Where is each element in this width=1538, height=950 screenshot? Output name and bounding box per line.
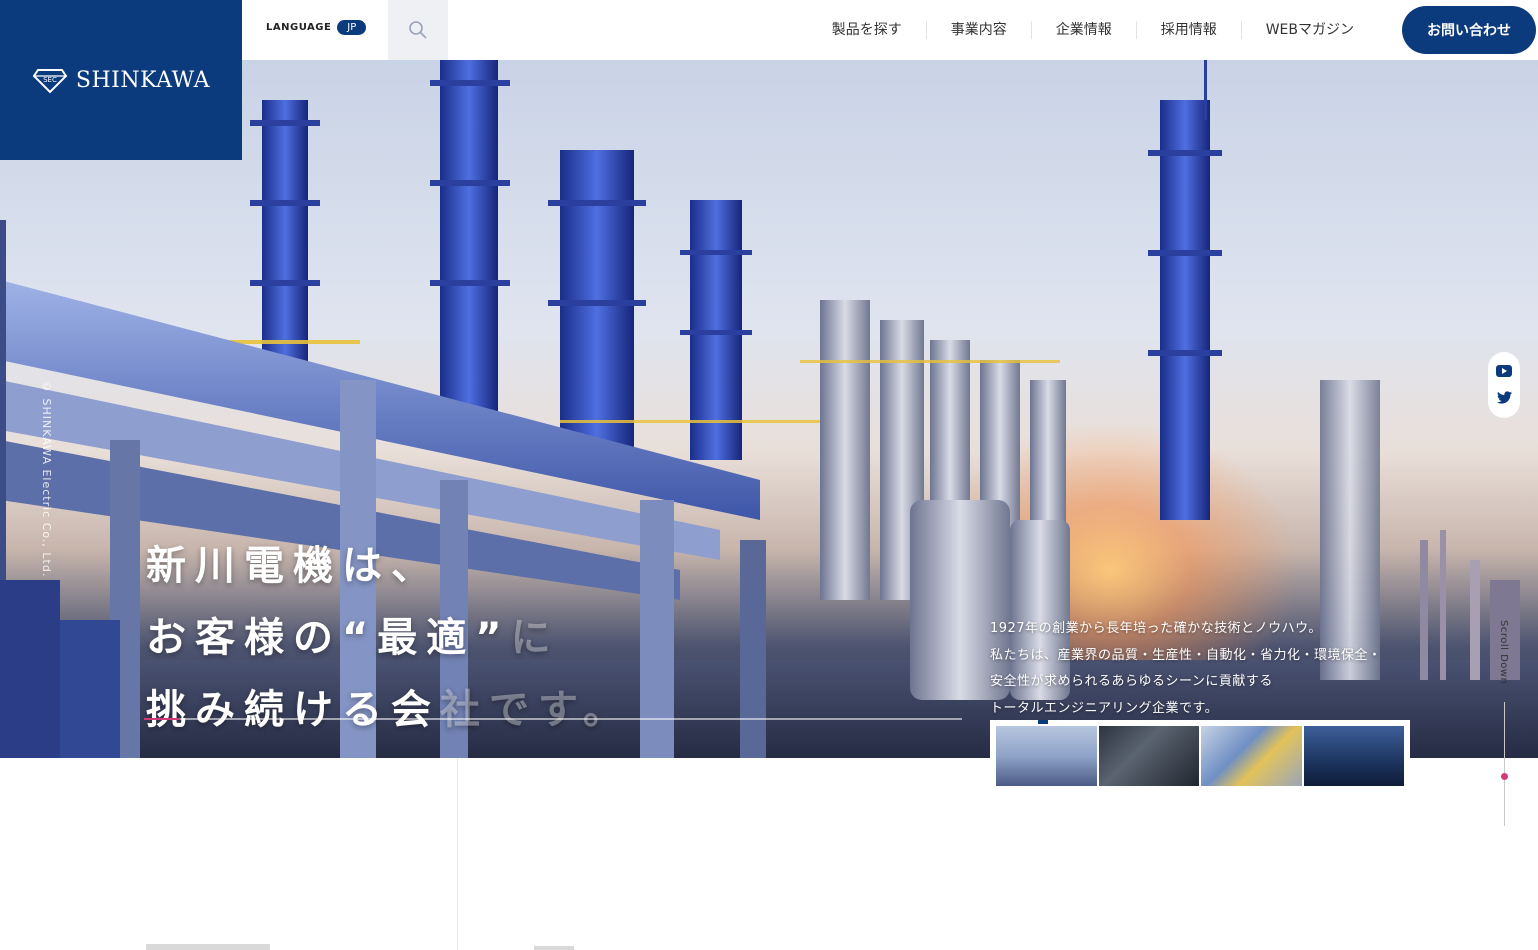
site-logo[interactable]: SEC SHINKAWA bbox=[0, 0, 242, 160]
section-heading-stub bbox=[534, 946, 574, 950]
section-heading-stub bbox=[146, 944, 270, 950]
main-nav: 製品を探す 事業内容 企業情報 採用情報 WEBマガジン bbox=[808, 0, 1378, 60]
hero-headline: 新川電機は、 お客様の“最適”に 挑み続ける会社です。 bbox=[146, 530, 632, 746]
language-switcher[interactable]: LANGUAGE JP bbox=[266, 20, 367, 35]
slide-progress-fill bbox=[144, 718, 180, 720]
logo-text: SHINKAWA bbox=[75, 67, 211, 93]
description-line: 1927年の創業から長年培った確かな技術とノウハウ。 bbox=[990, 621, 1322, 636]
description-line: 私たちは、産業界の品質・生産性・自動化・省力化・環境保全・ bbox=[990, 647, 1382, 663]
section-divider bbox=[457, 758, 458, 950]
copyright-vertical: © SHINKAWA Electric Co., Ltd. bbox=[40, 380, 53, 578]
headline-line-3-fade: 社です。 bbox=[440, 687, 632, 733]
slide-thumb-4[interactable] bbox=[1303, 726, 1404, 786]
headline-line-2-fade: に bbox=[510, 615, 560, 661]
nav-business[interactable]: 事業内容 bbox=[925, 21, 1031, 39]
youtube-icon bbox=[1496, 365, 1512, 377]
youtube-link[interactable] bbox=[1496, 362, 1512, 381]
twitter-link[interactable] bbox=[1496, 389, 1512, 408]
page: © SHINKAWA Electric Co., Ltd. 新川電機は、 お客様… bbox=[0, 0, 1538, 950]
slide-thumb-3[interactable] bbox=[1201, 726, 1302, 786]
language-current[interactable]: JP bbox=[337, 20, 367, 35]
headline-line-2-main: お客様の“最適” bbox=[146, 615, 511, 661]
scroll-down-label[interactable]: Scroll Down bbox=[1498, 620, 1509, 684]
active-thumb-marker bbox=[1038, 720, 1048, 724]
headline-line-2: お客様の“最適”に bbox=[146, 602, 632, 674]
nav-recruit[interactable]: 採用情報 bbox=[1135, 21, 1241, 39]
headline-line-3: 挑み続ける会社です。 bbox=[146, 674, 632, 746]
scroll-down-dot bbox=[1501, 773, 1508, 780]
headline-line-1: 新川電機は、 bbox=[146, 543, 440, 589]
search-button[interactable] bbox=[388, 0, 448, 60]
headline-line-3-main: 挑み続ける会 bbox=[146, 687, 440, 733]
description-line: トータルエンジニアリング企業です。 bbox=[990, 700, 1219, 716]
slide-thumb-2[interactable] bbox=[1098, 726, 1199, 786]
social-links bbox=[1488, 352, 1520, 418]
contact-button[interactable]: お問い合わせ bbox=[1402, 6, 1536, 54]
slide-thumb-1[interactable] bbox=[996, 726, 1097, 786]
twitter-icon bbox=[1496, 391, 1512, 404]
language-label: LANGUAGE bbox=[266, 22, 332, 33]
nav-products[interactable]: 製品を探す bbox=[808, 21, 926, 39]
scroll-down-line bbox=[1504, 702, 1505, 826]
nav-web-magazine[interactable]: WEBマガジン bbox=[1240, 21, 1378, 39]
emblem-text: SEC bbox=[43, 76, 57, 84]
hero-description: 1927年の創業から長年培った確かな技術とノウハウ。 私たちは、産業界の品質・生… bbox=[990, 616, 1382, 722]
slide-thumbnails bbox=[990, 720, 1410, 792]
search-icon bbox=[409, 21, 427, 39]
sec-emblem-icon: SEC bbox=[32, 69, 68, 94]
slide-progress-bar bbox=[144, 718, 962, 720]
description-line: 安全性が求められるあらゆるシーンに貢献する bbox=[990, 674, 1273, 689]
nav-company[interactable]: 企業情報 bbox=[1030, 21, 1136, 39]
hero-slideshow: © SHINKAWA Electric Co., Ltd. 新川電機は、 お客様… bbox=[0, 60, 1538, 758]
